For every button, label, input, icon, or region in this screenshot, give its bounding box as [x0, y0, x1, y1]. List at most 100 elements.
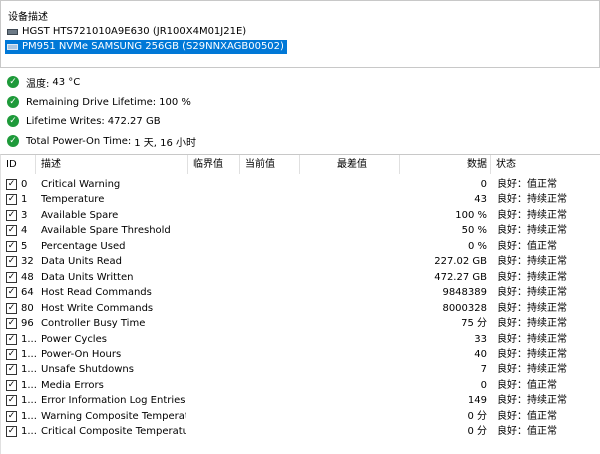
checkbox[interactable]: ✓ — [6, 179, 17, 190]
status-value: 1 天, 16 小时 — [134, 137, 197, 149]
table-row[interactable]: ✓ 1... Power Cycles 33 良好：持续正常 — [1, 332, 599, 347]
cell-id: 32 — [21, 256, 34, 268]
status-summary: ✓ 温度: 43 °C ✓ Remaining Drive Lifetime: … — [0, 70, 600, 150]
checkbox[interactable]: ✓ — [6, 240, 17, 252]
cell-status: 良好：持续正常 — [497, 333, 567, 345]
checkbox[interactable]: ✓ — [6, 348, 17, 360]
column-header-id[interactable]: ID — [1, 155, 36, 174]
cell-description: Critical Warning — [41, 179, 121, 190]
cell-description: Host Read Commands — [41, 287, 152, 299]
cell-data: 40 — [474, 348, 487, 360]
check-icon: ✓ — [7, 115, 19, 127]
column-header-worst[interactable]: 最差值 — [300, 155, 400, 174]
cell-description: Percentage Used — [41, 240, 126, 252]
smart-attributes-table: ID 描述 临界值 当前值 最差值 数据 状态 ✓ 0 Critical Warni… — [0, 154, 600, 454]
checkbox[interactable]: ✓ — [6, 333, 17, 345]
cell-description: Warning Composite Temperatu... — [41, 410, 186, 422]
table-row[interactable]: ✓ 1... Error Information Log Entries 149 良好：… — [1, 393, 599, 408]
cell-status: 良好：持续正常 — [497, 194, 567, 206]
cell-id: 64 — [21, 287, 34, 299]
checkbox[interactable]: ✓ — [6, 426, 17, 438]
cell-id: 0 — [21, 179, 28, 190]
table-row[interactable]: ✓ 3 Available Spare 100 % 良好：持续正常 — [1, 208, 599, 223]
table-row[interactable]: ✓ 1... Warning Composite Temperatu... 0 分良好… — [1, 409, 599, 424]
cell-status: 良好：持续正常 — [497, 225, 567, 237]
cell-data: 0 — [480, 179, 487, 190]
table-row[interactable]: ✓ 32 Data Units Read 227.02 GB 良好：持续正常 — [1, 254, 599, 269]
checkbox[interactable]: ✓ — [6, 302, 17, 314]
cell-data: 0 分 — [467, 426, 487, 438]
cell-id: 1... — [21, 410, 37, 422]
checkbox[interactable]: ✓ — [6, 395, 17, 407]
checkbox[interactable]: ✓ — [6, 225, 17, 237]
device-item-samsung[interactable]: PM951 NVMe SAMSUNG 256GB (S29NNXAGB00502… — [5, 40, 287, 54]
cell-data: 472.27 GB — [434, 271, 487, 283]
status-value: 472.27 GB — [107, 115, 161, 127]
cell-id: 4 — [21, 225, 28, 237]
cell-id: 1... — [21, 333, 37, 345]
column-header-data[interactable]: 数据 — [400, 155, 491, 174]
status-label: 温度: — [26, 78, 50, 90]
cell-data: 50 % — [461, 225, 487, 237]
cell-status: 良好：持续正常 — [497, 348, 567, 360]
table-row[interactable]: ✓ 4 Available Spare Threshold 50 % 良好：持续正常 — [1, 223, 599, 238]
checkbox[interactable]: ✓ — [6, 379, 17, 391]
checkbox[interactable]: ✓ — [6, 287, 17, 299]
status-label: Remaining Drive Lifetime: — [26, 96, 157, 108]
status-temperature: ✓ 温度: 43 °C — [7, 74, 80, 90]
checkbox[interactable]: ✓ — [6, 256, 17, 268]
cell-data: 43 — [474, 194, 487, 206]
cell-id: 96 — [21, 318, 34, 330]
cell-description: Controller Busy Time — [41, 318, 146, 330]
column-header-description[interactable]: 描述 — [36, 155, 188, 174]
status-lifetime-writes: ✓ Lifetime Writes: 472.27 GB — [7, 113, 161, 129]
status-value: 43 °C — [52, 76, 81, 88]
check-icon: ✓ — [7, 76, 19, 88]
cell-description: Error Information Log Entries — [41, 395, 186, 407]
checkbox[interactable]: ✓ — [6, 364, 17, 376]
table-row[interactable]: ✓ 96 Controller Busy Time 75 分良好：持续正常 — [1, 316, 599, 331]
table-row[interactable]: ✓ 64 Host Read Commands 9848389 良好：持续正常 — [1, 285, 599, 300]
cell-id: 1... — [21, 379, 37, 391]
cell-id: 48 — [21, 271, 34, 283]
status-label: Lifetime Writes: — [26, 115, 105, 127]
table-row[interactable]: ✓ 5 Percentage Used 0 % 良好：值正常 — [1, 239, 599, 254]
device-item-hgst[interactable]: HGST HTS721010A9E630 (JR100X4M01J21E) — [5, 25, 249, 39]
table-row[interactable]: ✓ 80 Host Write Commands 8000328 良好：持续正常 — [1, 301, 599, 316]
cell-description: Power Cycles — [41, 333, 107, 345]
cell-id: 3 — [21, 209, 28, 221]
cell-id: 1... — [21, 395, 37, 407]
cell-id: 5 — [21, 240, 28, 252]
table-row[interactable]: ✓ 48 Data Units Written 472.27 GB 良好：持续正常 — [1, 270, 599, 285]
check-icon: ✓ — [7, 135, 19, 147]
cell-data: 7 — [480, 364, 487, 376]
status-value: 100 % — [159, 96, 191, 108]
table-row[interactable]: ✓ 1 Temperature 43 良好：持续正常 — [1, 192, 599, 207]
checkbox[interactable]: ✓ — [6, 410, 17, 422]
table-row[interactable]: ✓ 0 Critical Warning 0 良好：值正常 — [1, 177, 599, 192]
cell-status: 良好：值正常 — [497, 410, 557, 422]
cell-id: 1... — [21, 348, 37, 360]
table-row[interactable]: ✓ 1... Unsafe Shutdowns 7 良好：持续正常 — [1, 362, 599, 377]
checkbox[interactable]: ✓ — [6, 209, 17, 221]
cell-status: 良好：持续正常 — [497, 364, 567, 376]
table-row[interactable]: ✓ 1... Media Errors 0 良好：值正常 — [1, 378, 599, 393]
hard-drive-icon — [7, 44, 18, 50]
checkbox[interactable]: ✓ — [6, 318, 17, 330]
checkbox[interactable]: ✓ — [6, 194, 17, 206]
cell-description: Data Units Written — [41, 271, 134, 283]
cell-data: 100 % — [455, 209, 487, 221]
cell-status: 良好：持续正常 — [497, 302, 567, 314]
column-header-status[interactable]: 状态 — [491, 155, 599, 174]
column-header-threshold[interactable]: 临界值 — [188, 155, 240, 174]
table-row[interactable]: ✓ 1... Critical Composite Temperatur... 0 分… — [1, 424, 599, 439]
column-header-current[interactable]: 当前值 — [240, 155, 300, 174]
cell-id: 1 — [21, 194, 28, 206]
cell-id: 80 — [21, 302, 34, 314]
checkbox[interactable]: ✓ — [6, 271, 17, 283]
table-row[interactable]: ✓ 1... Power-On Hours 40 良好：持续正常 — [1, 347, 599, 362]
status-remaining-lifetime: ✓ Remaining Drive Lifetime: 100 % — [7, 94, 191, 110]
cell-status: 良好：持续正常 — [497, 256, 567, 268]
cell-description: Host Write Commands — [41, 302, 154, 314]
cell-status: 良好：持续正常 — [497, 318, 567, 330]
